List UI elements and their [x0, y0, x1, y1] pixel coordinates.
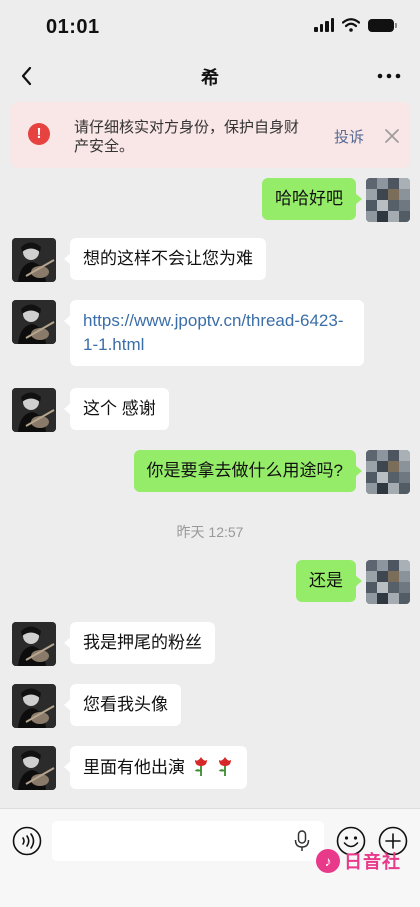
- voice-input-icon[interactable]: [12, 826, 42, 856]
- message-bubble-sent[interactable]: 哈哈好吧: [262, 178, 362, 220]
- chat-title: 希: [201, 68, 219, 88]
- contact-avatar[interactable]: [12, 746, 56, 790]
- message-bubble-sent[interactable]: 还是: [296, 560, 362, 602]
- my-avatar[interactable]: [366, 450, 410, 494]
- music-note-icon: ♪: [316, 849, 340, 873]
- timestamp: 昨天 12:57: [176, 524, 244, 540]
- rose-icon: [194, 757, 207, 776]
- my-avatar[interactable]: [366, 560, 410, 604]
- report-button[interactable]: 投诉: [334, 126, 364, 147]
- chat-header: 希: [0, 54, 420, 98]
- status-bar: 01:01: [0, 0, 420, 54]
- watermark: ♪ 日音社: [316, 847, 401, 875]
- link-message[interactable]: https://www.jpoptv.cn/thread-6423-1-1.ht…: [64, 300, 364, 366]
- contact-avatar[interactable]: [12, 684, 56, 728]
- contact-avatar[interactable]: [12, 238, 56, 282]
- microphone-icon[interactable]: [293, 830, 311, 852]
- exclamation-icon: !: [28, 123, 50, 145]
- message-bubble-received[interactable]: 里面有他出演: [63, 746, 248, 789]
- message-text: 里面有他出演: [83, 758, 185, 777]
- message-bubble-received[interactable]: 想的这样不会让您为难: [64, 238, 266, 280]
- status-time: 01:01: [46, 16, 100, 38]
- rose-icon: [219, 757, 232, 776]
- my-avatar[interactable]: [366, 178, 410, 222]
- message-input[interactable]: [52, 821, 324, 861]
- battery-icon: [368, 18, 397, 32]
- signal-icon: [314, 18, 334, 32]
- contact-avatar[interactable]: [12, 622, 56, 666]
- more-icon[interactable]: [376, 62, 402, 90]
- contact-avatar[interactable]: [12, 300, 56, 344]
- message-bubble-sent[interactable]: 你是要拿去做什么用途吗?: [133, 450, 363, 492]
- message-bubble-received[interactable]: 这个 感谢: [64, 388, 169, 430]
- contact-avatar[interactable]: [12, 388, 56, 432]
- status-icons: [314, 18, 397, 32]
- message-bubble-received[interactable]: 我是押尾的粉丝: [64, 622, 215, 664]
- close-icon[interactable]: [382, 126, 402, 146]
- wifi-icon: [342, 18, 360, 32]
- message-bubble-received[interactable]: 您看我头像: [64, 684, 181, 726]
- security-warning-banner: ! 请仔细核实对方身份，保护自身财产安全。 投诉: [10, 102, 410, 168]
- warning-text: 请仔细核实对方身份，保护自身财产安全。: [74, 119, 300, 155]
- watermark-text: 日音社: [344, 852, 401, 872]
